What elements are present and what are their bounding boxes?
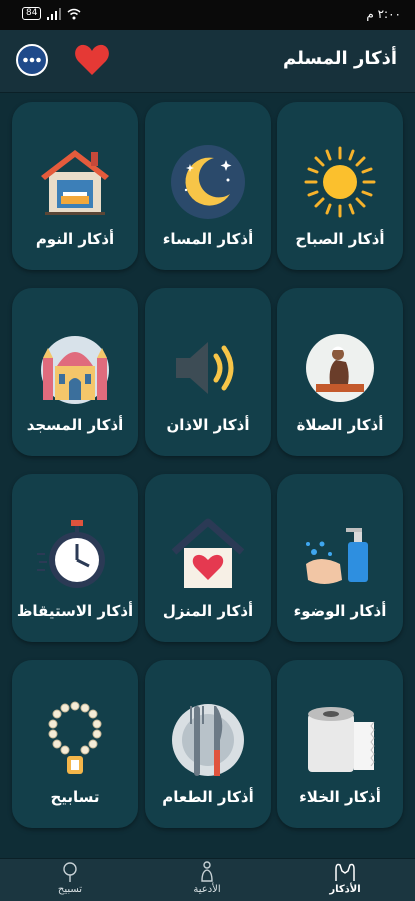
wifi-icon xyxy=(67,8,81,19)
card-label: أذكار المسجد xyxy=(26,416,124,434)
status-icons: 84 xyxy=(22,7,81,20)
hand-wash-icon xyxy=(306,528,368,584)
plate-fork-knife-icon xyxy=(172,704,244,776)
house-bed-icon xyxy=(41,150,109,215)
card-mosque-azkar[interactable]: أذكار المسجد xyxy=(12,288,138,456)
card-label: تسابيح xyxy=(50,788,100,806)
moon-icon xyxy=(171,145,245,219)
status-bar: 84 ٢:٠٠ م xyxy=(0,0,415,30)
card-wakeup-azkar[interactable]: أذكار الاستيقاظ xyxy=(12,474,138,642)
card-home-azkar[interactable]: أذكار المنزل xyxy=(145,474,271,642)
page-title: أذكار المسلم xyxy=(282,48,397,69)
more-icon xyxy=(16,44,48,76)
prayer-beads-icon xyxy=(48,701,102,774)
card-label: أذكار الاستيقاظ xyxy=(16,602,134,620)
nav-label: الأدعية xyxy=(193,884,221,895)
card-restroom-azkar[interactable]: أذكار الخلاء xyxy=(277,660,403,828)
card-wudu-azkar[interactable]: أذكار الوضوء xyxy=(277,474,403,642)
praying-hands-icon xyxy=(335,863,355,881)
card-label: أذكار المنزل xyxy=(162,602,254,620)
nav-label: تسبيح xyxy=(57,884,83,895)
card-label: أذكار الاذان xyxy=(166,416,250,434)
signal-icon xyxy=(47,7,62,20)
praying-person-icon xyxy=(201,861,213,882)
card-tasabeeh[interactable]: تسابيح xyxy=(12,660,138,828)
more-options-button[interactable] xyxy=(15,43,49,77)
card-evening-azkar[interactable]: أذكار المساء xyxy=(145,102,271,270)
tasbeeh-icon xyxy=(63,862,77,882)
card-sleep-azkar[interactable]: أذكار النوم xyxy=(12,102,138,270)
bottom-nav: الأذكار الأدعية تسبيح xyxy=(0,858,415,901)
home-heart-icon xyxy=(171,518,245,588)
stopwatch-icon xyxy=(37,520,105,588)
speaker-icon xyxy=(176,342,234,394)
nav-label: الأذكار xyxy=(329,884,361,895)
card-morning-azkar[interactable]: أذكار الصباح xyxy=(277,102,403,270)
favorites-button[interactable] xyxy=(73,42,111,78)
card-label: أذكار الصباح xyxy=(295,230,385,248)
card-food-azkar[interactable]: أذكار الطعام xyxy=(145,660,271,828)
card-adhan-azkar[interactable]: أذكار الاذان xyxy=(145,288,271,456)
nav-item-azkar[interactable]: الأذكار xyxy=(295,859,395,901)
heart-icon xyxy=(75,44,109,75)
card-label: أذكار النوم xyxy=(35,230,115,248)
card-label: أذكار الوضوء xyxy=(293,602,387,620)
app-bar: أذكار المسلم xyxy=(0,30,415,93)
card-label: أذكار الصلاة xyxy=(296,416,384,434)
sun-icon xyxy=(304,146,376,218)
status-time: ٢:٠٠ م xyxy=(366,7,401,21)
nav-item-tasbeeh[interactable]: تسبيح xyxy=(20,859,120,901)
mosque-icon xyxy=(41,336,109,404)
card-label: أذكار المساء xyxy=(162,230,254,248)
praying-man-icon xyxy=(306,334,374,402)
toilet-paper-icon xyxy=(308,707,375,772)
card-label: أذكار الخلاء xyxy=(299,788,381,806)
card-label: أذكار الطعام xyxy=(162,788,254,806)
battery-icon: 84 xyxy=(22,7,42,20)
nav-item-duaa[interactable]: الأدعية xyxy=(157,859,257,901)
card-prayer-azkar[interactable]: أذكار الصلاة xyxy=(277,288,403,456)
